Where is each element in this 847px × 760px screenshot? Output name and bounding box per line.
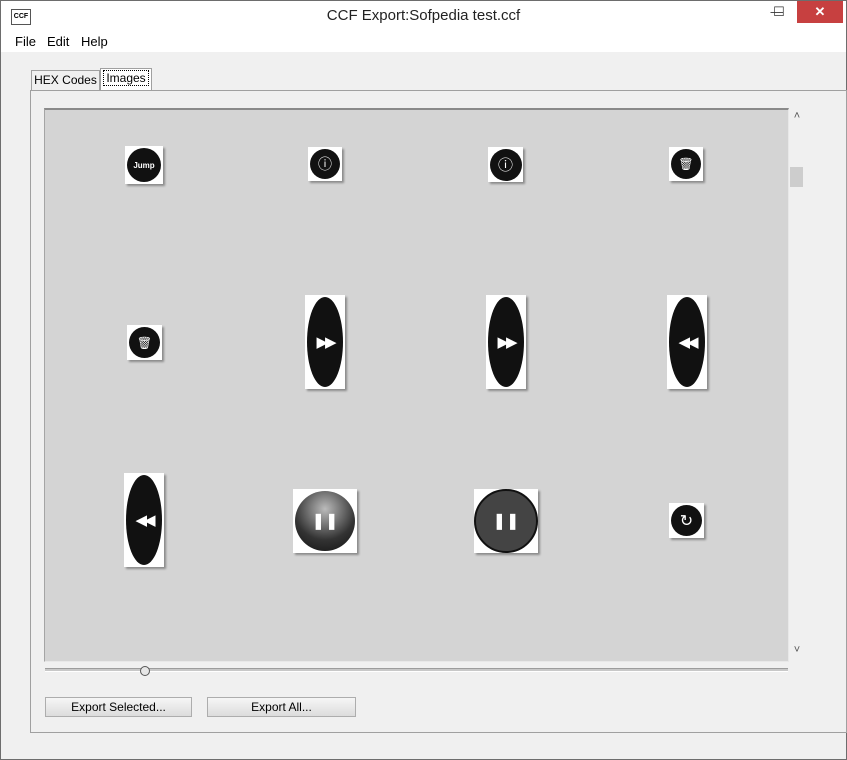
export-selected-button[interactable]: Export Selected... [45, 697, 192, 717]
title-bar: CCF CCF Export:Sofpedia test.ccf — ☐ ✕ [1, 1, 846, 32]
refresh-icon: ↻ [671, 505, 702, 536]
image-rewind-2[interactable]: ◀◀ [124, 473, 164, 567]
image-refresh[interactable]: ↻ [669, 503, 704, 538]
image-trash-2[interactable]: 🗑 [127, 325, 162, 360]
window-title: CCF Export:Sofpedia test.ccf [326, 7, 521, 24]
tab-hex-codes[interactable]: HEX Codes [31, 70, 100, 90]
trash-icon: 🗑 [671, 149, 701, 179]
image-rewind-1[interactable]: ◀◀ [667, 295, 707, 389]
menu-bar: File Edit Help [1, 32, 846, 52]
info-icon: ⓘ [310, 149, 340, 179]
image-grid[interactable]: Jump ⓘ ⓘ 🗑 🗑 ▶▶ ▶▶ ◀◀ ◀◀ ❚❚ ❚❚ ↻ [44, 108, 789, 662]
image-jump[interactable]: Jump [125, 146, 163, 184]
fast-forward-icon: ▶▶ [488, 297, 524, 387]
menu-help[interactable]: Help [81, 34, 108, 49]
rewind-icon: ◀◀ [126, 475, 162, 565]
tab-images-label: Images [103, 70, 149, 86]
scroll-thumb[interactable] [790, 167, 803, 187]
rewind-icon: ◀◀ [669, 297, 705, 387]
vertical-scrollbar[interactable]: ˄ ˅ [789, 108, 805, 659]
pause-icon: ❚❚ [474, 489, 538, 553]
scroll-down-icon[interactable]: ˅ [789, 644, 805, 656]
zoom-slider-track[interactable] [45, 668, 788, 672]
image-fast-forward-2[interactable]: ▶▶ [486, 295, 526, 389]
maximize-button[interactable]: ☐ [765, 1, 793, 23]
fast-forward-icon: ▶▶ [307, 297, 343, 387]
image-fast-forward-1[interactable]: ▶▶ [305, 295, 345, 389]
image-pause-2[interactable]: ❚❚ [474, 489, 538, 553]
image-trash-1[interactable]: 🗑 [669, 147, 703, 181]
export-all-button[interactable]: Export All... [207, 697, 356, 717]
pause-icon: ❚❚ [295, 491, 355, 551]
close-button[interactable]: ✕ [797, 1, 843, 23]
image-info-2[interactable]: ⓘ [488, 147, 523, 182]
info-icon: ⓘ [489, 148, 522, 181]
trash-icon: 🗑 [129, 327, 160, 358]
scroll-up-icon[interactable]: ˄ [789, 110, 805, 122]
tab-images[interactable]: Images [100, 68, 152, 90]
zoom-slider-thumb[interactable] [140, 666, 150, 676]
menu-file[interactable]: File [15, 34, 36, 49]
app-window: CCF CCF Export:Sofpedia test.ccf — ☐ ✕ F… [0, 0, 847, 760]
image-pause-1[interactable]: ❚❚ [293, 489, 357, 553]
jump-icon: Jump [127, 148, 161, 182]
menu-edit[interactable]: Edit [47, 34, 69, 49]
image-info-1[interactable]: ⓘ [308, 147, 342, 181]
